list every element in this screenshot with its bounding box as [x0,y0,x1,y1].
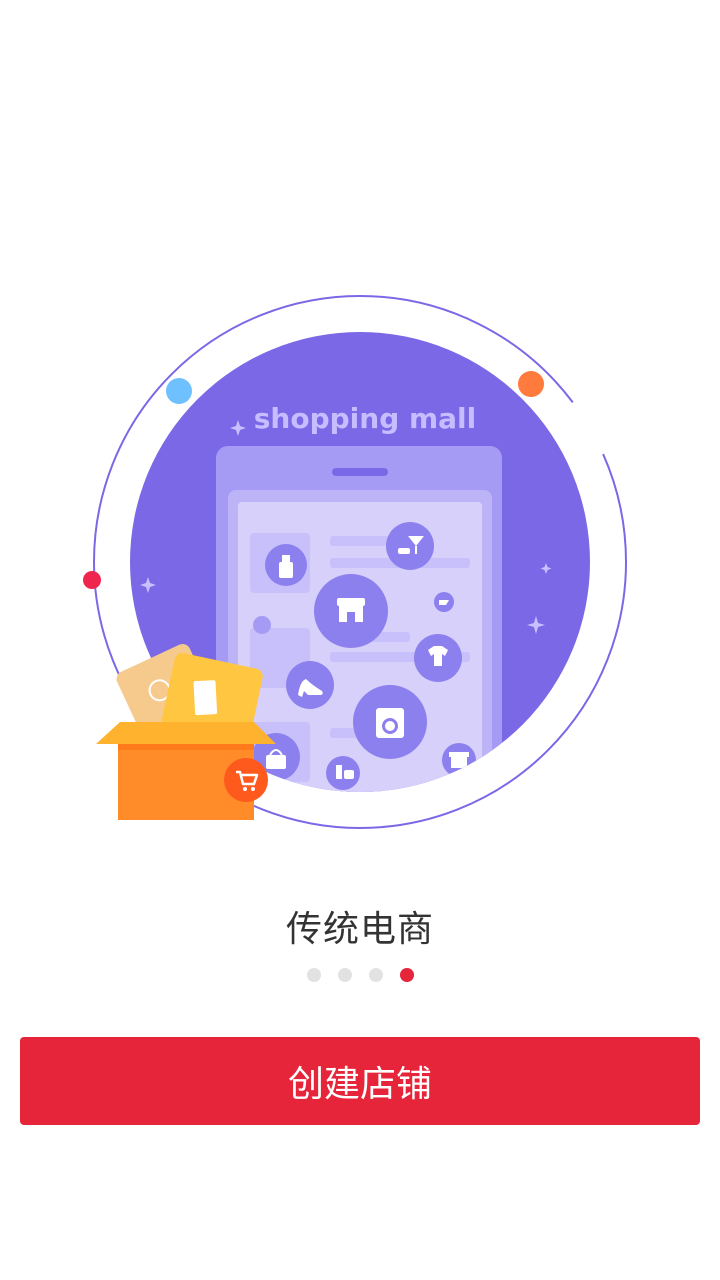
blue-orb [166,378,192,404]
orange-orb [518,371,544,397]
create-store-button[interactable]: 创建店铺 [20,1037,700,1125]
red-orb [83,571,101,589]
page-dot[interactable] [337,968,352,982]
onboarding-illustration: shopping mall [0,280,720,850]
page-dot[interactable] [306,968,321,982]
coupon-box [96,644,276,820]
shopping-cart-icon [224,758,268,802]
banner-text: shopping mall [254,402,477,435]
page-dot[interactable] [368,968,383,982]
cocktail-icon [386,522,434,570]
cosmetics-icon [326,756,360,790]
page-indicator [0,968,720,982]
page-dot-active[interactable] [399,968,414,982]
phone-mockup [216,446,502,792]
onboarding-title: 传统电商 [285,909,434,950]
